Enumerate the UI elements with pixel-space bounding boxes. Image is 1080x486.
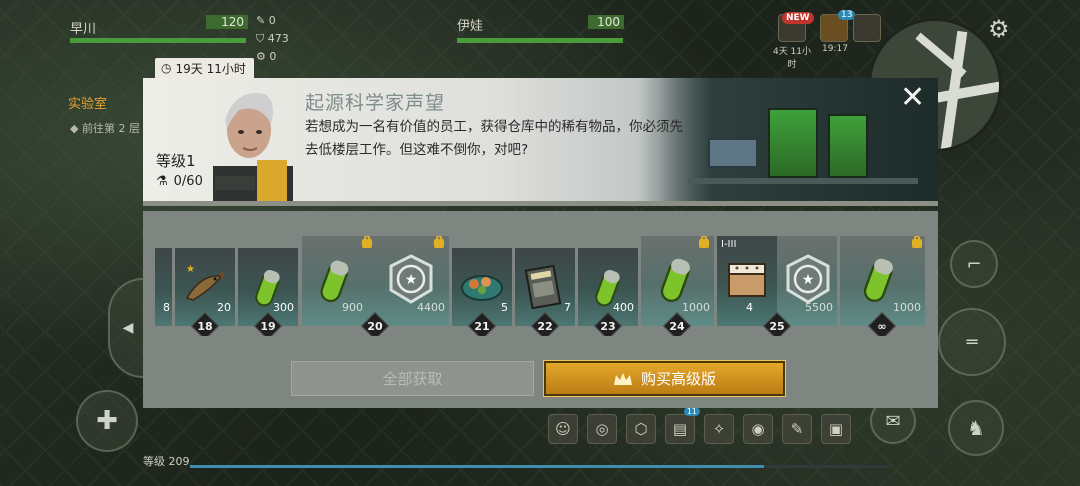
player1-hp-bar bbox=[70, 38, 246, 43]
location-title[interactable]: 实验室 bbox=[68, 93, 107, 112]
bottom-toolbar: ☺ ◎ ⬡ ▤ 11 ✧ ◉ ✎ ▣ bbox=[548, 407, 851, 444]
scientist-portrait bbox=[213, 93, 293, 201]
level-marker: 20 bbox=[367, 320, 383, 333]
food-bowl-icon bbox=[461, 275, 503, 301]
reputation-shield-icon: ★ bbox=[786, 254, 830, 304]
gear-small-icon: ⚙ bbox=[256, 50, 266, 63]
reputation-progress: ⚗ 0/60 bbox=[156, 174, 203, 189]
crate-icon bbox=[728, 263, 766, 297]
buy-premium-button[interactable]: 购买高级版 bbox=[543, 360, 786, 397]
close-icon[interactable]: ✕ bbox=[900, 83, 925, 113]
reputation-dialog: 等级1 ⚗ 0/60 起源科学家声望 若想成为一名有价值的员工，获得仓库中的稀有… bbox=[143, 58, 938, 408]
tasks-badge: 11 bbox=[683, 407, 700, 416]
clan-icon[interactable]: ☺ bbox=[548, 414, 578, 444]
level-marker: 19 bbox=[260, 320, 276, 333]
level-marker: 25 bbox=[769, 320, 785, 333]
level-marker: 22 bbox=[537, 320, 553, 333]
season-timer: ◷ 19天 11小时 bbox=[155, 58, 254, 78]
base-icon[interactable]: ⬡ bbox=[626, 414, 656, 444]
stat-row-2: ⛉ 473 bbox=[256, 32, 289, 45]
tasks-icon[interactable]: ▤ 11 bbox=[665, 407, 700, 444]
reward-track[interactable]: 8 ★ 20 300 900 ★ 4400 5 7 400 1000 I-III… bbox=[155, 236, 925, 336]
premium-reward-cell[interactable]: ★ 5500 bbox=[777, 236, 837, 326]
level-marker: ∞ bbox=[877, 320, 887, 333]
reward-cell[interactable]: I-III 4 bbox=[717, 236, 777, 326]
clock-icon: ◷ bbox=[161, 61, 172, 75]
stat-row-3: ⚙ 0 bbox=[256, 50, 277, 63]
level-marker: 21 bbox=[474, 320, 490, 333]
player2-name: 伊娃 bbox=[457, 19, 484, 34]
green-capsule-icon bbox=[863, 258, 893, 303]
gift-icon[interactable] bbox=[853, 14, 881, 42]
knife-icon: ✎ bbox=[256, 14, 266, 27]
player2-hp-bar bbox=[457, 38, 623, 43]
pistol-slot[interactable]: ⌐ bbox=[950, 240, 998, 288]
event-timer: 4天 11小时 bbox=[772, 47, 812, 70]
armor-icon: ⛉ bbox=[256, 32, 265, 45]
dialog-title: 起源科学家声望 bbox=[305, 92, 446, 114]
dialog-header: 等级1 ⚗ 0/60 起源科学家声望 若想成为一名有价值的员工，获得仓库中的稀有… bbox=[143, 78, 938, 206]
stat-row-1: ✎ 0 bbox=[256, 14, 276, 27]
coins-icon[interactable]: ◉ bbox=[743, 414, 773, 444]
player1-hp: 120 bbox=[206, 15, 248, 29]
lock-icon bbox=[912, 236, 922, 248]
svg-text:★: ★ bbox=[802, 272, 815, 288]
map-icon[interactable]: ◎ bbox=[587, 414, 617, 444]
flask-icon: ⚗ bbox=[156, 174, 168, 189]
green-capsule-icon bbox=[660, 258, 690, 303]
rifle-slot[interactable]: ═ bbox=[938, 308, 1006, 376]
heal-button[interactable]: ✚ bbox=[76, 390, 138, 452]
crown-icon bbox=[613, 372, 632, 385]
clock-text: 19:17 bbox=[822, 44, 848, 54]
lock-icon bbox=[434, 236, 444, 248]
backpack-icon[interactable]: ▣ bbox=[821, 414, 851, 444]
svg-text:★: ★ bbox=[405, 272, 418, 288]
player-level: 等级 209 bbox=[143, 455, 190, 468]
lock-icon bbox=[362, 236, 372, 248]
level-marker: 23 bbox=[600, 320, 616, 333]
reward-cell[interactable]: 8 bbox=[155, 248, 172, 326]
player2-hp: 100 bbox=[588, 15, 624, 29]
fish-icon bbox=[185, 270, 225, 301]
level-marker: 18 bbox=[197, 320, 213, 333]
dialog-description: 若想成为一名有价值的员工，获得仓库中的稀有物品，你必须先去低楼层工作。但这难不倒… bbox=[305, 119, 683, 158]
lock-icon bbox=[699, 236, 709, 248]
xp-bar bbox=[190, 465, 890, 468]
reputation-level: 等级1 bbox=[156, 152, 196, 170]
reputation-shield-icon: ★ bbox=[389, 254, 433, 304]
location-subtitle[interactable]: ◆ 前往第 2 层 bbox=[70, 120, 140, 136]
claim-all-button[interactable]: 全部获取 bbox=[291, 361, 534, 396]
crouch-button[interactable]: ♞ bbox=[948, 400, 1004, 456]
green-capsule-icon bbox=[320, 260, 349, 303]
new-badge: NEW bbox=[782, 12, 814, 24]
level-marker: 24 bbox=[669, 320, 685, 333]
journal-icon[interactable]: ✎ bbox=[782, 414, 812, 444]
player1-name: 早川 bbox=[70, 22, 97, 37]
skills-icon[interactable]: ✧ bbox=[704, 414, 734, 444]
settings-gear-icon[interactable]: ⚙ bbox=[988, 15, 1010, 43]
magazine-icon bbox=[525, 264, 562, 310]
dialog-body: 8 ★ 20 300 900 ★ 4400 5 7 400 1000 I-III… bbox=[143, 211, 938, 408]
